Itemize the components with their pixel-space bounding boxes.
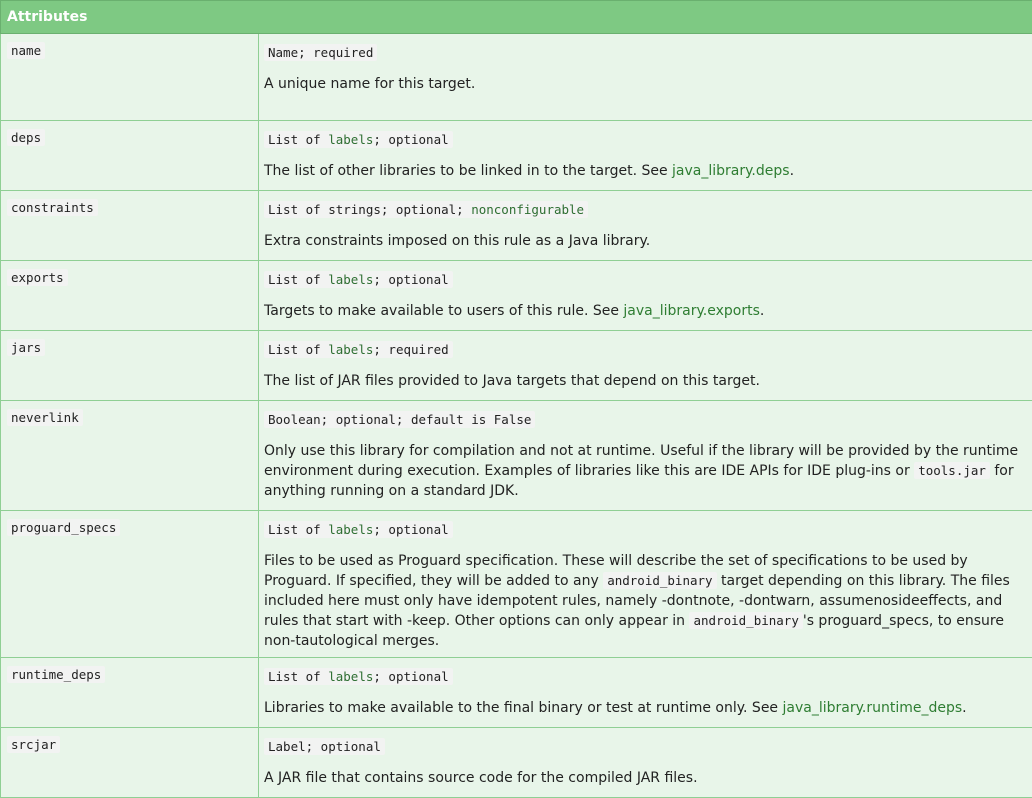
attr-description: A JAR file that contains source code for… [264, 768, 1026, 788]
attr-desc-cell: List of labels; optional Files to be use… [259, 511, 1032, 658]
labels-link[interactable]: labels [328, 522, 373, 537]
attr-desc-cell: List of labels; optional The list of oth… [259, 121, 1032, 191]
attr-name: exports [7, 269, 68, 286]
attr-description: Only use this library for compilation an… [264, 441, 1026, 501]
attr-name: proguard_specs [7, 519, 120, 536]
java-library-runtime-deps-link[interactable]: java_library.runtime_deps [783, 700, 963, 716]
attr-name: srcjar [7, 736, 60, 753]
attr-desc-cell: List of strings; optional; nonconfigurab… [259, 191, 1032, 261]
attributes-table: Attributes name Name; required A unique … [0, 0, 1032, 798]
attr-name-cell: deps [1, 121, 259, 191]
labels-link[interactable]: labels [328, 669, 373, 684]
attr-description: Files to be used as Proguard specificati… [264, 551, 1026, 651]
inline-code: tools.jar [914, 462, 990, 479]
attr-type: List of labels; optional [264, 668, 453, 685]
attr-name-cell: constraints [1, 191, 259, 261]
attr-description: Targets to make available to users of th… [264, 301, 1026, 321]
attr-description: A unique name for this target. [264, 74, 1026, 94]
attr-description: The list of JAR files provided to Java t… [264, 371, 1026, 391]
attr-desc-cell: List of labels; required The list of JAR… [259, 331, 1032, 401]
attr-name: neverlink [7, 409, 83, 426]
attr-type: Label; optional [264, 738, 385, 755]
attr-name: name [7, 42, 45, 59]
java-library-exports-link[interactable]: java_library.exports [623, 303, 759, 319]
attr-name-cell: name [1, 34, 259, 121]
attr-desc-cell: List of labels; optional Targets to make… [259, 261, 1032, 331]
table-row: exports List of labels; optional Targets… [1, 261, 1032, 331]
attr-name-cell: proguard_specs [1, 511, 259, 658]
attr-name-cell: srcjar [1, 728, 259, 798]
attr-description: Libraries to make available to the final… [264, 698, 1026, 718]
attr-type: List of strings; optional; nonconfigurab… [264, 201, 588, 218]
attr-desc-cell: List of labels; optional Libraries to ma… [259, 658, 1032, 728]
attr-name: constraints [7, 199, 98, 216]
attr-name: runtime_deps [7, 666, 105, 683]
table-row: deps List of labels; optional The list o… [1, 121, 1032, 191]
labels-link[interactable]: labels [328, 132, 373, 147]
attr-name-cell: exports [1, 261, 259, 331]
table-row: name Name; required A unique name for th… [1, 34, 1032, 121]
attr-name-cell: jars [1, 331, 259, 401]
table-row: runtime_deps List of labels; optional Li… [1, 658, 1032, 728]
labels-link[interactable]: labels [328, 272, 373, 287]
attr-name-cell: neverlink [1, 401, 259, 511]
attr-name-cell: runtime_deps [1, 658, 259, 728]
attr-desc-cell: Boolean; optional; default is False Only… [259, 401, 1032, 511]
table-row: proguard_specs List of labels; optional … [1, 511, 1032, 658]
table-header: Attributes [1, 1, 1032, 34]
table-row: constraints List of strings; optional; n… [1, 191, 1032, 261]
attr-desc-cell: Name; required A unique name for this ta… [259, 34, 1032, 121]
attr-name: deps [7, 129, 45, 146]
attr-type: Boolean; optional; default is False [264, 411, 535, 428]
attr-description: The list of other libraries to be linked… [264, 161, 1026, 181]
attr-type: List of labels; optional [264, 521, 453, 538]
attr-desc-cell: Label; optional A JAR file that contains… [259, 728, 1032, 798]
table-row: jars List of labels; required The list o… [1, 331, 1032, 401]
inline-code: android_binary [603, 572, 716, 589]
attr-type: List of labels; optional [264, 271, 453, 288]
nonconfigurable-link[interactable]: nonconfigurable [471, 202, 584, 217]
attr-type: List of labels; required [264, 341, 453, 358]
attr-type: List of labels; optional [264, 131, 453, 148]
java-library-deps-link[interactable]: java_library.deps [672, 163, 790, 179]
table-row: srcjar Label; optional A JAR file that c… [1, 728, 1032, 798]
labels-link[interactable]: labels [328, 342, 373, 357]
inline-code: android_binary [689, 612, 802, 629]
attr-description: Extra constraints imposed on this rule a… [264, 231, 1026, 251]
attr-name: jars [7, 339, 45, 356]
attr-type: Name; required [264, 44, 377, 61]
table-row: neverlink Boolean; optional; default is … [1, 401, 1032, 511]
